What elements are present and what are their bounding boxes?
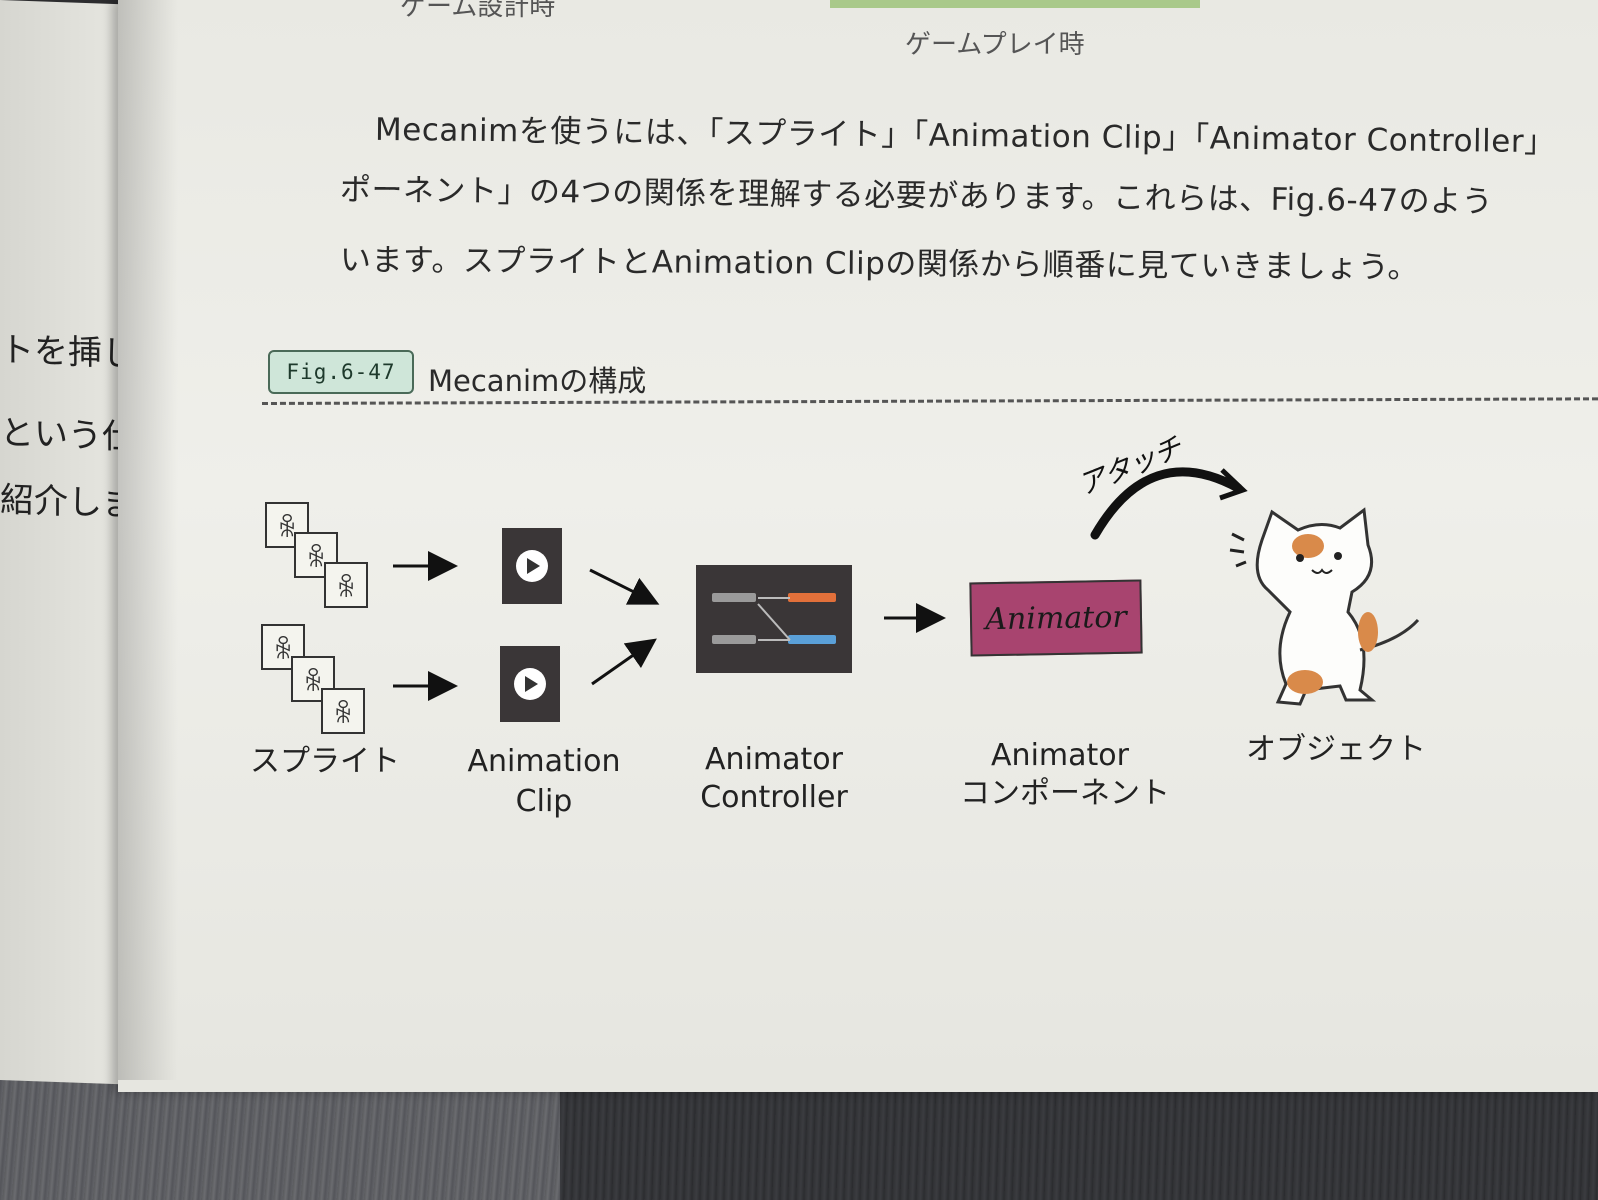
cat-icon: [1255, 507, 1420, 706]
cat-patch: [1358, 612, 1378, 652]
label-component-line2: コンポーネント: [960, 776, 1170, 811]
cat-patch: [1287, 670, 1323, 694]
label-controller-line1: Animator: [705, 742, 843, 777]
figure-arrows: [393, 467, 1420, 706]
label-clip-line1: Animation: [467, 744, 621, 779]
arrow-icon: [591, 638, 657, 686]
cat-eye: [1296, 554, 1304, 562]
cat-sparkle-icon: [1229, 532, 1247, 568]
label-object: オブジェクト: [1246, 732, 1426, 767]
label-controller-line2: Controller: [700, 780, 848, 815]
controller-links: [757, 597, 791, 641]
label-component-line1: Animator: [991, 738, 1129, 773]
label-sprite: スプライト: [250, 744, 400, 779]
arrow-icon: [589, 568, 660, 605]
cat-eye: [1334, 552, 1342, 560]
cat-patch: [1292, 534, 1324, 558]
label-clip-line2: Clip: [515, 784, 573, 819]
